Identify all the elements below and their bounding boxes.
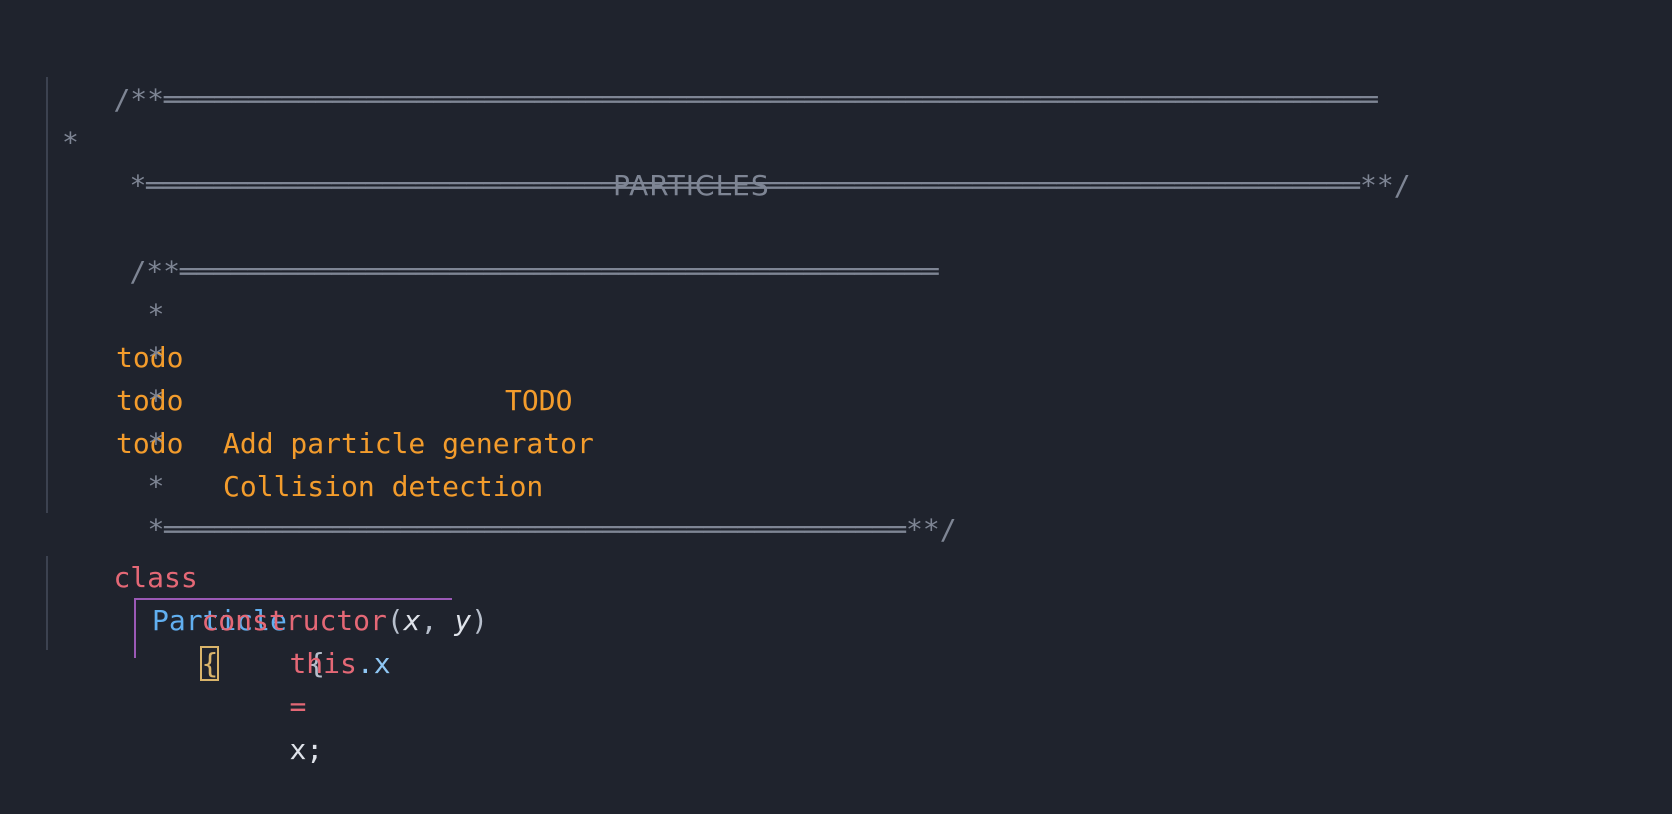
keyword-this: this	[289, 647, 357, 680]
todo-title-label: TODO	[505, 384, 573, 417]
assignment-line: this.x = x;	[222, 599, 390, 766]
assign-operator: =	[289, 690, 307, 723]
close-paren: )	[471, 604, 489, 637]
comment-blank-line: *	[80, 422, 164, 503]
class-declaration-line: class Particle {	[46, 513, 324, 680]
todo-item-line: * todo Add particle generator	[80, 293, 594, 460]
comment-blank-line: *	[80, 379, 164, 460]
assigned-value: x	[289, 733, 307, 766]
todo-comment-open: /**═════════════════════════════════════…	[129, 255, 939, 288]
member-dot: .	[356, 647, 374, 680]
todo-item-text: Add particle generator	[223, 427, 594, 460]
code-editor[interactable]: /**═════════════════════════════════════…	[0, 0, 1672, 766]
constructor-line: constructor(x, y) {	[134, 556, 488, 681]
property-x: x	[373, 647, 391, 680]
todo-item-line: * todo Collision detection	[80, 336, 543, 503]
header-comment-title-line: * PARTICLES	[46, 78, 769, 202]
header-comment-close: *═══════════════════════════════════════…	[129, 169, 1411, 202]
param-y: y	[454, 604, 472, 637]
todo-title-line: * todo TODO	[80, 250, 572, 417]
todo-comment-close: *═══════════════════════════════════════…	[147, 513, 957, 546]
header-comment-open: /**═════════════════════════════════════…	[113, 83, 1378, 116]
semicolon: ;	[306, 733, 324, 766]
